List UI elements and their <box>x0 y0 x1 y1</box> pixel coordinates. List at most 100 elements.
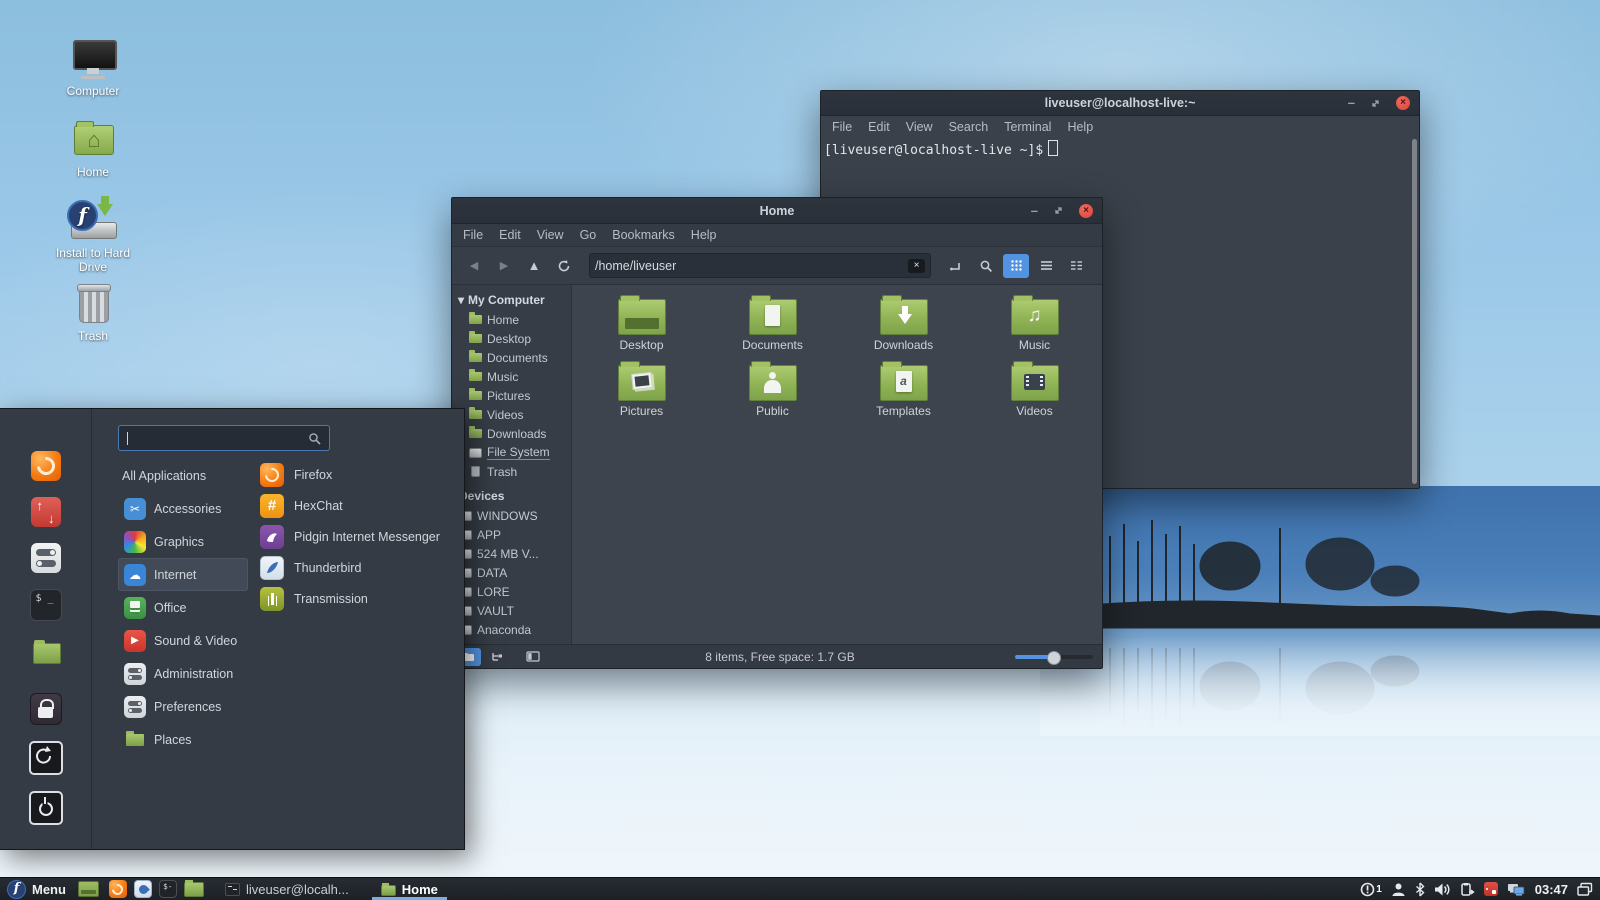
favorite-files-icon[interactable] <box>31 637 61 667</box>
desktop-icon-install[interactable]: f Install to Hard Drive <box>45 196 141 274</box>
app-hexchat[interactable]: # HexChat <box>260 490 456 521</box>
desktop-icon-home[interactable]: ⌂ Home <box>45 119 141 179</box>
icon-view-button[interactable] <box>1003 253 1029 278</box>
lock-screen-button[interactable] <box>29 693 62 725</box>
favorite-firefox-icon[interactable] <box>30 451 61 481</box>
files-launcher-icon[interactable] <box>183 880 204 898</box>
toggle-location-entry-button[interactable] <box>943 254 969 278</box>
search-input[interactable] <box>119 426 329 450</box>
logout-button[interactable] <box>28 741 63 775</box>
sidebar-device-lore[interactable]: LORE <box>452 582 571 601</box>
network-icon[interactable] <box>1507 882 1526 897</box>
up-button[interactable]: ▲ <box>521 254 547 278</box>
terminal-titlebar[interactable]: liveuser@localhost-live:~ – × <box>821 91 1419 116</box>
close-button[interactable]: × <box>1079 203 1093 218</box>
sidebar-item-music[interactable]: Music <box>452 367 571 386</box>
category-accessories[interactable]: ✂ Accessories <box>118 492 248 525</box>
menu-view[interactable]: View <box>906 120 933 134</box>
bluetooth-icon[interactable] <box>1415 882 1425 897</box>
sidebar-device-data[interactable]: DATA <box>452 563 571 582</box>
show-desktop-button[interactable] <box>77 881 99 897</box>
terminal-launcher-icon[interactable]: $- <box>158 880 177 898</box>
folder-view[interactable]: Desktop Documents Downloads ♫ Music Pict… <box>572 285 1102 644</box>
favorite-system-settings-icon[interactable] <box>30 543 61 573</box>
sidebar-section-my-computer[interactable]: ▾ My Computer <box>452 289 571 310</box>
notifications-icon[interactable]: 1 <box>1360 882 1382 897</box>
zoom-slider-knob[interactable] <box>1047 650 1061 665</box>
list-view-button[interactable] <box>1033 254 1059 278</box>
clear-location-icon[interactable]: × <box>908 258 925 273</box>
folder-item-templates[interactable]: a Templates <box>838 361 969 431</box>
menu-terminal[interactable]: Terminal <box>1004 120 1051 134</box>
sidebar-item-trash[interactable]: Trash <box>452 462 571 481</box>
menu-file[interactable]: File <box>832 120 852 134</box>
menu-help[interactable]: Help <box>691 228 717 242</box>
folder-item-videos[interactable]: Videos <box>969 361 1100 431</box>
sidebar-item-documents[interactable]: Documents <box>452 348 571 367</box>
file-manager-titlebar[interactable]: Home – × <box>452 198 1102 224</box>
maximize-button[interactable] <box>1053 205 1064 216</box>
desktop-icon-computer[interactable]: Computer <box>45 38 141 98</box>
app-thunderbird[interactable]: Thunderbird <box>260 552 456 583</box>
sidebar-device-windows[interactable]: WINDOWS <box>452 506 571 525</box>
maximize-button[interactable] <box>1370 98 1381 109</box>
folder-item-documents[interactable]: Documents <box>707 295 838 365</box>
user-applet-icon[interactable] <box>1391 882 1406 897</box>
folder-item-desktop[interactable]: Desktop <box>576 295 707 365</box>
location-bar[interactable]: /home/liveuser × <box>589 253 931 278</box>
taskbar-window-terminal[interactable]: liveuser@localh... <box>216 878 358 900</box>
app-transmission[interactable]: Transmission <box>260 583 456 614</box>
menu-file[interactable]: File <box>463 228 483 242</box>
minimize-button[interactable]: – <box>1348 96 1355 109</box>
show-treeview-button[interactable] <box>485 648 509 666</box>
folder-item-downloads[interactable]: Downloads <box>838 295 969 365</box>
firefox-launcher-icon[interactable] <box>108 880 127 898</box>
sidebar-device-app[interactable]: APP <box>452 525 571 544</box>
menu-search-box[interactable] <box>118 425 330 451</box>
shutdown-button[interactable] <box>28 791 63 825</box>
close-button[interactable]: × <box>1396 96 1410 110</box>
search-button[interactable] <box>973 254 999 278</box>
sidebar-device-524mb[interactable]: 524 MB V... <box>452 544 571 563</box>
menu-edit[interactable]: Edit <box>499 228 521 242</box>
category-office[interactable]: Office <box>118 591 248 624</box>
menu-go[interactable]: Go <box>580 228 597 242</box>
taskbar-window-home[interactable]: Home <box>371 878 447 900</box>
category-preferences[interactable]: Preferences <box>118 690 248 723</box>
category-graphics[interactable]: Graphics <box>118 525 248 558</box>
app-firefox[interactable]: Firefox <box>260 459 456 490</box>
category-sound-video[interactable]: ▶ Sound & Video <box>118 624 248 657</box>
terminal-content[interactable]: [liveuser@localhost-live ~]$ <box>821 137 1419 161</box>
menu-edit[interactable]: Edit <box>868 120 890 134</box>
sidebar-item-pictures[interactable]: Pictures <box>452 386 571 405</box>
toggle-sidebar-button[interactable] <box>521 648 545 666</box>
panel-clock[interactable]: 03:47 <box>1535 882 1568 897</box>
updates-notifier-icon[interactable] <box>1483 882 1498 896</box>
app-pidgin[interactable]: Pidgin Internet Messenger <box>260 521 456 552</box>
folder-item-public[interactable]: Public <box>707 361 838 431</box>
sidebar-item-home[interactable]: Home <box>452 310 571 329</box>
back-button[interactable]: ◀ <box>461 254 487 278</box>
favorite-software-updates-icon[interactable]: ↑ ↓ <box>30 497 61 527</box>
compact-view-button[interactable] <box>1063 254 1089 278</box>
removable-media-icon[interactable] <box>1460 882 1475 897</box>
favorite-terminal-icon[interactable]: $ _ <box>29 589 62 621</box>
category-administration[interactable]: Administration <box>118 657 248 690</box>
thunderbird-launcher-icon[interactable] <box>133 880 152 898</box>
menu-search[interactable]: Search <box>949 120 989 134</box>
desktop-icon-trash[interactable]: Trash <box>45 283 141 343</box>
volume-icon[interactable] <box>1434 882 1451 897</box>
expander-icon[interactable]: ▾ <box>458 293 464 307</box>
minimize-button[interactable]: – <box>1031 204 1038 217</box>
category-all-applications[interactable]: All Applications <box>118 459 248 492</box>
category-places[interactable]: Places <box>118 723 248 756</box>
forward-button[interactable]: ▶ <box>491 254 517 278</box>
zoom-slider[interactable] <box>1015 650 1093 665</box>
sidebar-device-anaconda[interactable]: Anaconda <box>452 620 571 639</box>
window-list-icon[interactable] <box>1577 882 1593 896</box>
terminal-scrollbar[interactable] <box>1412 139 1417 484</box>
refresh-button[interactable] <box>551 254 577 278</box>
menu-button[interactable]: f Menu <box>7 879 66 899</box>
menu-view[interactable]: View <box>537 228 564 242</box>
sidebar-item-videos[interactable]: Videos <box>452 405 571 424</box>
